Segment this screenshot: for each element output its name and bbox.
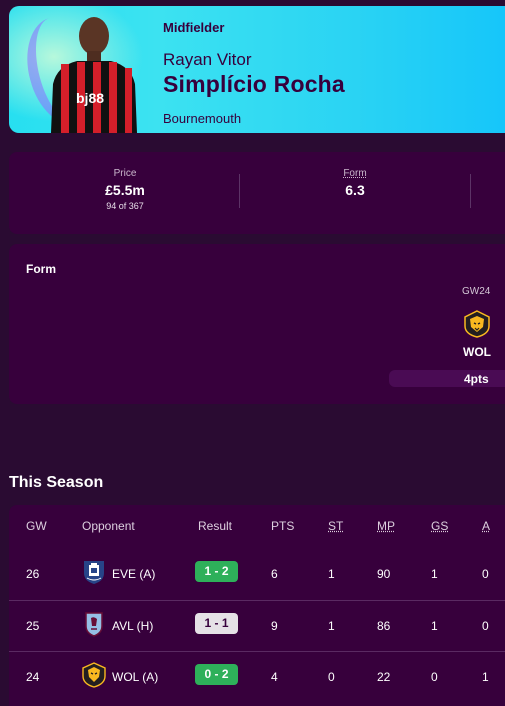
row-gs: 0 (431, 670, 438, 684)
header-opponent: Opponent (82, 519, 135, 533)
form-value: 6.3 (345, 182, 365, 198)
row-mp: 90 (377, 567, 391, 581)
result-badge: 1 - 2 (195, 561, 238, 582)
player-position: Midfielder (163, 20, 225, 35)
player-first-name: Rayan Vitor (163, 50, 252, 69)
row-gs: 1 (431, 567, 438, 581)
season-title: This Season (9, 474, 104, 491)
player-club: Bournemouth (163, 111, 242, 126)
row-pts: 6 (271, 567, 278, 581)
row-mp: 22 (377, 670, 391, 684)
form-label[interactable]: Form (327, 168, 383, 179)
form-opponent: WOL (463, 345, 491, 359)
form-stat[interactable]: Form 6.3 (327, 168, 383, 198)
price-label: Price (113, 168, 137, 179)
row-st: 1 (328, 619, 335, 633)
table-row[interactable]: 26 EVE (A) 1 - 2 6 1 90 1 0 (9, 549, 505, 600)
player-last-name: Simplício Rocha (163, 71, 345, 97)
row-pts: 4 (271, 670, 278, 684)
header-gs[interactable]: GS (431, 519, 448, 533)
row-opponent: AVL (H) (112, 619, 154, 633)
everton-badge-icon (84, 561, 104, 584)
row-st: 1 (328, 567, 335, 581)
row-gw: 25 (26, 619, 40, 633)
season-table: GW Opponent Result PTS ST MP GS A 26 EVE… (9, 505, 505, 706)
form-panel: Form GW24 WOL 4pts (9, 244, 505, 404)
row-mp: 86 (377, 619, 391, 633)
result-badge: 1 - 1 (195, 613, 238, 634)
player-header: bj88 Midfielder Rayan Vitor Simplício Ro… (9, 6, 505, 133)
row-opponent: WOL (A) (112, 670, 159, 684)
table-row[interactable]: 25 AVL (H) 1 - 1 9 1 86 1 0 (9, 600, 505, 651)
aston-villa-badge-icon (85, 612, 103, 637)
row-a: 0 (482, 567, 489, 581)
form-points: 4pts (464, 372, 489, 386)
row-a: 1 (482, 670, 489, 684)
result-badge: 0 - 2 (195, 664, 238, 685)
stat-divider (470, 174, 471, 208)
row-gw: 24 (26, 670, 40, 684)
wolves-badge-icon (82, 662, 106, 688)
price-rank: 94 of 367 (106, 201, 144, 211)
player-photo: bj88 (51, 17, 137, 133)
shirt-sponsor: bj88 (76, 90, 104, 106)
stat-divider (239, 174, 240, 208)
price-value: £5.5m (105, 182, 145, 198)
wolves-badge-icon (464, 310, 490, 338)
row-opponent: EVE (A) (112, 567, 156, 581)
table-row[interactable]: 24 WOL (A) 0 - 2 4 0 22 0 1 (9, 651, 505, 702)
form-gameweek: GW24 (462, 286, 491, 297)
header-st[interactable]: ST (328, 519, 343, 533)
header-a[interactable]: A (482, 519, 490, 533)
header-pts: PTS (271, 519, 295, 533)
stats-bar: Price £5.5m 94 of 367 Form 6.3 (9, 152, 505, 234)
header-result: Result (198, 519, 233, 533)
row-st: 0 (328, 670, 335, 684)
row-a: 0 (482, 619, 489, 633)
price-stat: Price £5.5m 94 of 367 (93, 168, 157, 211)
header-mp[interactable]: MP (377, 519, 395, 533)
row-pts: 9 (271, 619, 278, 633)
header-gw: GW (26, 519, 47, 533)
row-gs: 1 (431, 619, 438, 633)
form-panel-title: Form (26, 262, 56, 276)
row-gw: 26 (26, 567, 40, 581)
